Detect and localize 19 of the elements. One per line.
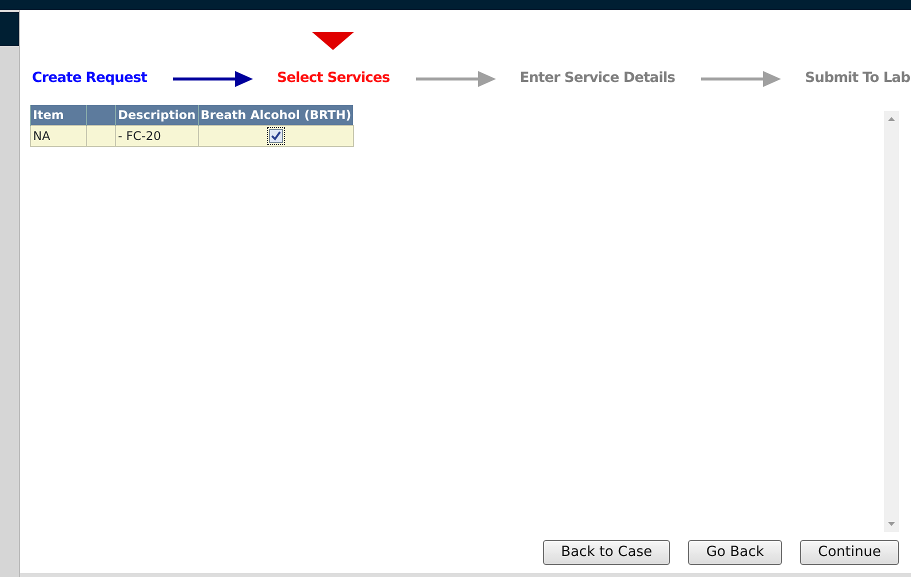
checkbox[interactable] (268, 129, 283, 143)
step-label: Enter Service Details (520, 69, 676, 88)
scrollbar[interactable] (884, 111, 899, 532)
scroll-up-icon[interactable] (888, 117, 895, 121)
action-button[interactable]: Go Back (688, 540, 782, 565)
table-cell: - FC-20 (116, 126, 198, 146)
step-label: Select Services (276, 69, 390, 88)
column-header: Description (116, 105, 198, 126)
arrow-icon (172, 70, 253, 88)
column-header: Item (30, 105, 86, 126)
scroll-down-icon[interactable] (888, 522, 895, 526)
table-cell: NA (30, 126, 86, 146)
step-label: Submit To Lab (805, 69, 910, 88)
column-header: Breath Alcohol (BRTH) (198, 105, 354, 126)
arrow-icon (416, 70, 496, 88)
step-label: Create Request (32, 69, 147, 88)
action-button[interactable]: Continue (800, 540, 899, 565)
action-button[interactable]: Back to Case (542, 540, 670, 565)
arrow-icon (701, 70, 782, 88)
